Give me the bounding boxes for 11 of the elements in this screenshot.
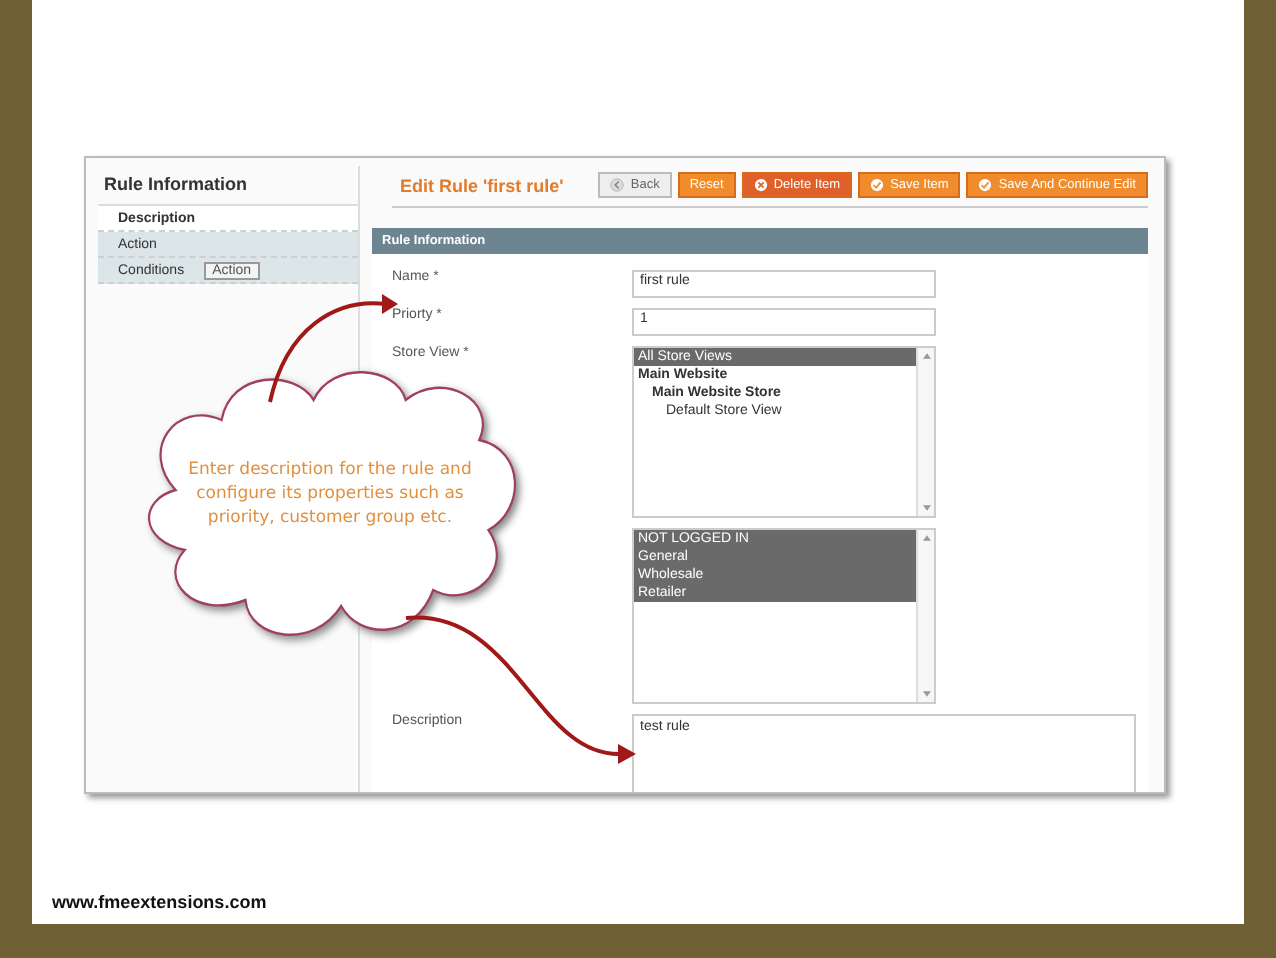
close-icon xyxy=(753,178,768,192)
scroll-up-icon[interactable] xyxy=(921,352,931,360)
back-icon xyxy=(610,178,625,192)
check-icon xyxy=(978,178,993,192)
page-title: Edit Rule 'first rule' xyxy=(398,175,564,195)
scroll-down-icon[interactable] xyxy=(921,504,931,512)
scroll-down-icon[interactable] xyxy=(921,690,931,698)
callout-text: Enter description for the rule and configure its properties such as priority, customer group etc. xyxy=(186,458,474,530)
check-icon xyxy=(870,178,885,192)
footer-url: www.fmeextensions.com xyxy=(52,892,269,912)
scroll-up-icon[interactable] xyxy=(921,534,931,542)
